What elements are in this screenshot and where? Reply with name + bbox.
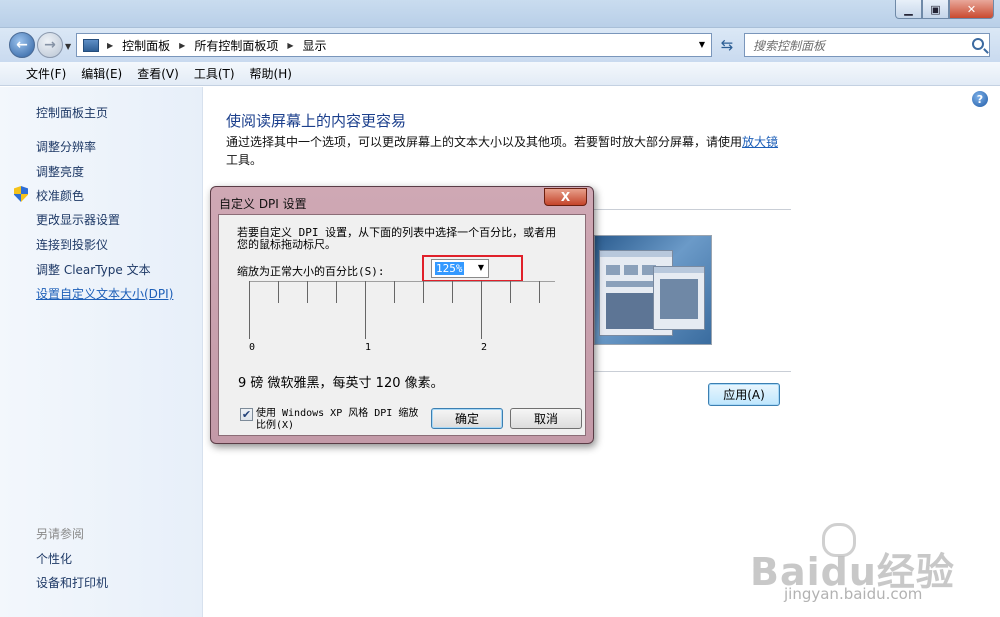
cancel-button[interactable]: 取消 (510, 408, 582, 429)
highlight-box (422, 255, 523, 282)
address-toolbar: ← → ▼ ▶ 控制面板 ▶ 所有控制面板项 ▶ 显示 ▼ ⇆ 搜索控制面板 (0, 28, 1000, 62)
shield-icon (14, 186, 28, 202)
dpi-ruler[interactable]: 0 1 2 (241, 281, 566, 353)
dialog-title: 自定义 DPI 设置 (219, 197, 307, 211)
search-placeholder: 搜索控制面板 (753, 38, 826, 53)
breadcrumb[interactable]: ▶ 控制面板 ▶ 所有控制面板项 ▶ 显示 ▼ (76, 33, 712, 57)
arrow-right-icon: → (44, 37, 56, 53)
menu-tools[interactable]: 工具(T) (194, 65, 235, 82)
ruler-tick (452, 281, 453, 303)
sidebar-item-custom-dpi[interactable]: 设置自定义文本大小(DPI) (36, 285, 173, 302)
search-icon[interactable] (972, 38, 984, 50)
ruler-tick (481, 281, 482, 339)
menu-bar: 文件(F) 编辑(E) 查看(V) 工具(T) 帮助(H) (0, 62, 1000, 86)
ruler-number: 2 (481, 342, 488, 353)
refresh-button[interactable]: ⇆ (715, 33, 739, 57)
breadcrumb-separator-icon[interactable]: ▶ (107, 41, 113, 50)
close-window-button[interactable]: ✕ (949, 0, 994, 19)
back-button[interactable]: ← (9, 32, 35, 58)
forward-button[interactable]: → (37, 32, 63, 58)
help-icon[interactable]: ? (972, 91, 988, 107)
history-dropdown-icon[interactable]: ▼ (65, 42, 71, 51)
menu-file[interactable]: 文件(F) (26, 65, 66, 82)
custom-dpi-dialog: 自定义 DPI 设置 X 若要自定义 DPI 设置，从下面的列表中选择一个百分比… (210, 186, 594, 444)
sidebar-item-resolution[interactable]: 调整分辨率 (36, 138, 96, 155)
sample-text: 9 磅 微软雅黑，每英寸 120 像素。 (238, 376, 444, 391)
menu-view[interactable]: 查看(V) (137, 65, 179, 82)
sidebar-item-projector[interactable]: 连接到投影仪 (36, 236, 108, 253)
left-task-pane: 控制面板主页 调整分辨率 调整亮度 校准颜色 更改显示器设置 连接到投影仪 调整… (0, 87, 203, 617)
dialog-body: 若要自定义 DPI 设置，从下面的列表中选择一个百分比，或者用您的鼠标拖动标尺。… (218, 214, 586, 436)
ruler-number: 0 (249, 342, 256, 353)
menu-edit[interactable]: 编辑(E) (81, 65, 122, 82)
xp-scaling-label[interactable]: 使用 Windows XP 风格 DPI 缩放比例(X) (256, 408, 422, 432)
control-panel-icon (83, 38, 99, 52)
sidebar-item-brightness[interactable]: 调整亮度 (36, 163, 84, 180)
sidebar-home-link[interactable]: 控制面板主页 (36, 104, 108, 121)
description-text-end: 工具。 (226, 153, 263, 167)
checkmark-icon: ✔ (241, 408, 252, 421)
ruler-tick (510, 281, 511, 303)
ok-button[interactable]: 确定 (431, 408, 503, 429)
see-also-devices-printers[interactable]: 设备和打印机 (36, 574, 108, 591)
xp-scaling-checkbox[interactable]: ✔ (240, 408, 253, 421)
ruler-tick (365, 281, 366, 339)
dialog-close-button[interactable]: X (544, 188, 587, 206)
sidebar-item-cleartype[interactable]: 调整 ClearType 文本 (36, 261, 151, 278)
dialog-instruction: 若要自定义 DPI 设置，从下面的列表中选择一个百分比，或者用您的鼠标拖动标尺。 (237, 226, 557, 251)
search-input[interactable]: 搜索控制面板 (744, 33, 990, 57)
sidebar-item-display-settings[interactable]: 更改显示器设置 (36, 211, 120, 228)
breadcrumb-control-panel[interactable]: 控制面板 (122, 37, 170, 54)
description-text: 通过选择其中一个选项，可以更改屏幕上的文本大小以及其他项。若要暂时放大部分屏幕，… (226, 135, 743, 149)
page-title: 使阅读屏幕上的内容更容易 (226, 112, 407, 130)
breadcrumb-display[interactable]: 显示 (303, 37, 327, 54)
ruler-number: 1 (365, 342, 372, 353)
arrow-left-icon: ← (16, 37, 28, 53)
ruler-tick (307, 281, 308, 303)
page-description: 通过选择其中一个选项，可以更改屏幕上的文本大小以及其他项。若要暂时放大部分屏幕，… (226, 133, 786, 169)
sidebar-item-calibrate-color[interactable]: 校准颜色 (36, 187, 84, 204)
close-icon: X (560, 190, 571, 204)
display-preview-image (594, 235, 712, 345)
baidu-watermark: Baidu经验 jingyan.baidu.com (750, 523, 980, 603)
refresh-icon: ⇆ (720, 36, 734, 54)
scale-label: 缩放为正常大小的百分比(S): (237, 265, 385, 278)
address-dropdown-icon[interactable]: ▼ (699, 40, 705, 49)
watermark-url: jingyan.baidu.com (784, 585, 923, 603)
breadcrumb-all-items[interactable]: 所有控制面板项 (194, 37, 278, 54)
ruler-tick (539, 281, 540, 303)
ruler-tick (336, 281, 337, 303)
apply-button[interactable]: 应用(A) (708, 383, 780, 406)
ruler-tick (423, 281, 424, 303)
minimize-button[interactable]: ▁ (895, 0, 922, 19)
magnifier-link[interactable]: 放大镜 (742, 135, 778, 149)
menu-help[interactable]: 帮助(H) (250, 65, 292, 82)
breadcrumb-separator-icon[interactable]: ▶ (179, 41, 185, 50)
see-also-heading: 另请参阅 (36, 527, 85, 541)
preview-window (653, 266, 705, 330)
maximize-button[interactable]: ▣ (922, 0, 949, 19)
window-titlebar: ▁ ▣ ✕ (0, 0, 1000, 28)
breadcrumb-separator-icon[interactable]: ▶ (287, 41, 293, 50)
caption-buttons: ▁ ▣ ✕ (895, 0, 994, 19)
ruler-tick (249, 281, 250, 339)
ruler-tick (278, 281, 279, 303)
see-also-personalization[interactable]: 个性化 (36, 550, 72, 567)
ruler-tick (394, 281, 395, 303)
